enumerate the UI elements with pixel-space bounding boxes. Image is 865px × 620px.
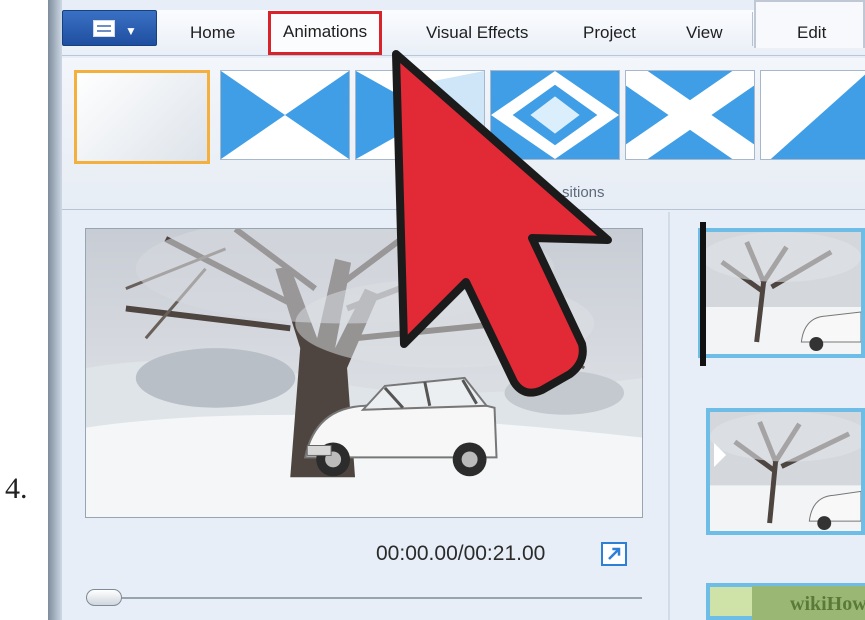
red-arrow-icon bbox=[382, 44, 618, 420]
pane-divider[interactable] bbox=[668, 212, 670, 620]
tab-home[interactable]: Home bbox=[190, 20, 235, 46]
expand-arrow-icon bbox=[608, 547, 621, 560]
fullscreen-button[interactable] bbox=[601, 542, 627, 566]
tab-animations[interactable]: Animations bbox=[268, 11, 383, 55]
playback-timecode: 00:00.00/00:21.00 bbox=[376, 542, 546, 565]
storyboard-clip-2[interactable] bbox=[706, 408, 865, 535]
wikihow-watermark: wikiHow bbox=[752, 586, 865, 620]
chevron-down-icon: ▼ bbox=[125, 24, 137, 38]
seek-bar-thumb[interactable] bbox=[86, 589, 122, 606]
tab-visual-effects[interactable]: Visual Effects bbox=[426, 20, 528, 46]
transition-indicator-icon bbox=[714, 443, 726, 467]
transition-diagonal-cross[interactable] bbox=[220, 70, 350, 160]
tab-view[interactable]: View bbox=[686, 20, 723, 46]
transition-cross[interactable] bbox=[625, 70, 755, 160]
tab-project[interactable]: Project bbox=[583, 20, 636, 46]
transition-diagonal[interactable] bbox=[760, 70, 865, 160]
tab-edit[interactable]: Edit bbox=[797, 20, 826, 46]
window-left-edge bbox=[48, 0, 62, 620]
seek-bar-track[interactable] bbox=[86, 597, 642, 599]
tab-separator bbox=[752, 12, 753, 46]
watermark-text: wikiHow bbox=[790, 593, 865, 615]
file-menu-button[interactable]: ▼ bbox=[62, 10, 157, 46]
transition-none[interactable] bbox=[74, 70, 210, 164]
playhead-marker[interactable] bbox=[700, 222, 706, 366]
step-number: 4. bbox=[5, 472, 28, 505]
document-icon bbox=[93, 20, 115, 37]
storyboard-clip-1[interactable] bbox=[698, 228, 865, 358]
